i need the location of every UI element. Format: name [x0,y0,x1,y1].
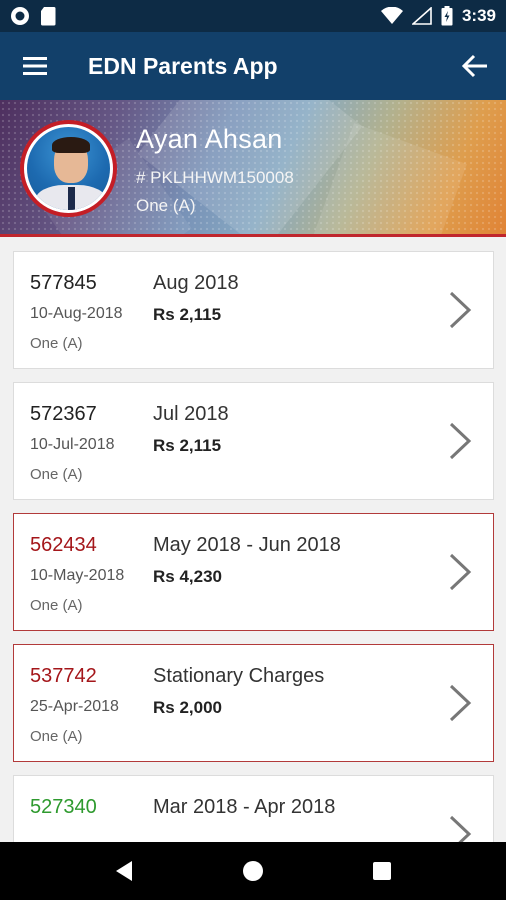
voucher-card[interactable]: 577845 10-Aug-2018 One (A) Aug 2018 Rs 2… [13,251,494,369]
voucher-date: 10-Jul-2018 [30,436,115,453]
voucher-date: 25-Apr-2018 [30,698,119,715]
home-circle-icon [242,861,263,881]
student-id: # PKLHHWM150008 [136,168,294,187]
fee-voucher-list[interactable]: 577845 10-Aug-2018 One (A) Aug 2018 Rs 2… [0,240,506,842]
student-photo [27,127,110,210]
student-class: One (A) [136,196,196,215]
voucher-number: 527340 [30,796,97,818]
voucher-card[interactable]: 527340 Mar 2018 - Apr 2018 [13,775,494,842]
voucher-class: One (A) [30,466,83,483]
voucher-card[interactable]: 537742 25-Apr-2018 One (A) Stationary Ch… [13,644,494,762]
voucher-period: Jul 2018 [153,403,229,425]
menu-button[interactable] [0,32,70,100]
arrow-back-icon [462,54,487,78]
status-bar: 3:39 [0,0,506,32]
hamburger-menu-icon [23,57,47,75]
voucher-number: 577845 [30,272,97,294]
voucher-card[interactable]: 562434 10-May-2018 One (A) May 2018 - Ju… [13,513,494,631]
voucher-card[interactable]: 572367 10-Jul-2018 One (A) Jul 2018 Rs 2… [13,382,494,500]
voucher-date: 10-Aug-2018 [30,305,123,322]
voucher-period: Stationary Charges [153,665,325,687]
recents-square-icon [372,862,391,880]
voucher-period: May 2018 - Jun 2018 [153,534,341,556]
battery-icon [441,6,453,26]
voucher-class: One (A) [30,597,83,614]
system-nav-bar [0,842,506,900]
nav-back-button[interactable] [94,842,154,900]
wifi-icon [380,7,403,24]
nav-home-button[interactable] [223,842,283,900]
voucher-period: Aug 2018 [153,272,239,294]
voucher-class: One (A) [30,728,83,745]
student-name: Ayan Ahsan [136,124,283,154]
chevron-right-icon [449,815,472,842]
back-triangle-icon [116,861,133,881]
voucher-amount: Rs 2,000 [153,698,222,717]
no-signal-icon [411,7,432,25]
chevron-right-icon [449,684,472,722]
voucher-class: One (A) [30,335,83,352]
voucher-amount: Rs 2,115 [153,305,222,324]
notification-circle-icon [11,7,29,25]
voucher-number: 537742 [30,665,97,687]
voucher-number: 572367 [30,403,97,425]
voucher-amount: Rs 4,230 [153,567,222,586]
back-button[interactable] [444,32,506,100]
status-time: 3:39 [461,6,496,25]
chevron-right-icon [449,553,472,591]
sd-card-icon [41,7,56,26]
voucher-number: 562434 [30,534,97,556]
voucher-period: Mar 2018 - Apr 2018 [153,796,336,818]
app-bar: EDN Parents App [0,32,506,100]
nav-recents-button[interactable] [352,842,412,900]
chevron-right-icon [449,291,472,329]
voucher-amount: Rs 2,115 [153,436,222,455]
voucher-date: 10-May-2018 [30,567,125,584]
app-title: EDN Parents App [88,52,278,79]
chevron-right-icon [449,422,472,460]
student-avatar[interactable] [20,120,117,217]
